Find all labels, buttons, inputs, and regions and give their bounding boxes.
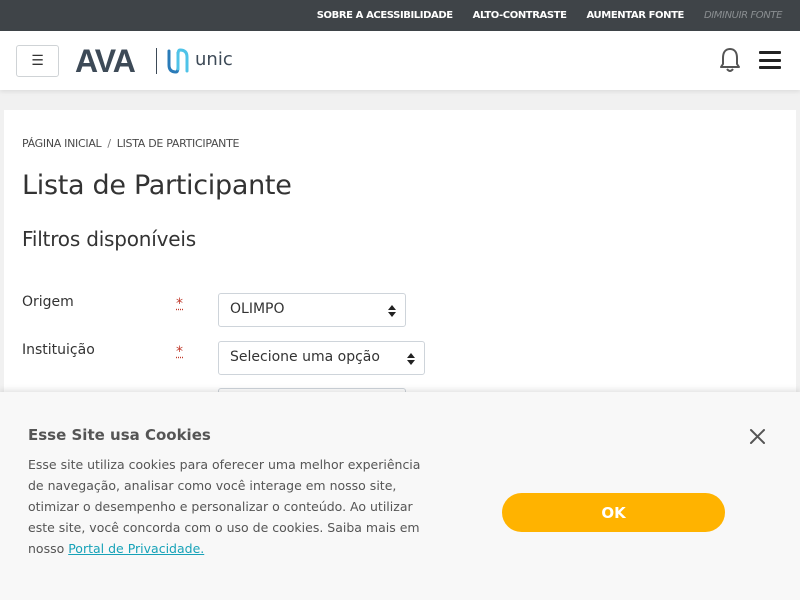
high-contrast-link[interactable]: ALTO-CONTRASTE [473, 10, 567, 21]
about-accessibility-link[interactable]: SOBRE A ACESSIBILIDADE [317, 10, 453, 21]
section-title: Filtros disponíveis [22, 227, 196, 251]
logo-ava[interactable]: AVA [75, 43, 135, 80]
close-icon[interactable] [749, 428, 766, 445]
instituicao-label: Instituição [22, 342, 95, 358]
bell-icon[interactable] [719, 47, 741, 73]
instituicao-select[interactable]: Selecione uma opção [218, 341, 425, 375]
hamburger-icon[interactable] [759, 51, 781, 69]
required-icon: * [176, 296, 183, 312]
select-caret-icon [407, 352, 415, 366]
logo-unic: unic [195, 49, 233, 70]
origem-label: Origem [22, 294, 74, 310]
origem-select[interactable]: OLIMPO [218, 293, 406, 327]
required-icon: * [176, 344, 183, 360]
breadcrumb: PÁGINA INICIAL / LISTA DE PARTICIPANTE [22, 137, 239, 150]
page-title: Lista de Participante [22, 170, 292, 201]
cookie-text: Esse site utiliza cookies para oferecer … [28, 454, 438, 559]
instituicao-select-value: Selecione uma opção [230, 349, 380, 365]
origem-select-value: OLIMPO [230, 301, 285, 317]
unic-logo-icon [166, 47, 190, 75]
breadcrumb-separator: / [107, 137, 110, 150]
decrease-font-link[interactable]: DIMINUIR FONTE [704, 10, 782, 21]
select-caret-icon [388, 304, 396, 318]
privacy-portal-link[interactable]: Portal de Privacidade. [68, 541, 204, 556]
navbar: ☰ AVA unic [0, 31, 800, 90]
breadcrumb-home[interactable]: PÁGINA INICIAL [22, 137, 101, 150]
logo-separator [156, 48, 157, 74]
drawer-toggle-button[interactable]: ☰ [16, 45, 59, 77]
cookie-banner: Esse Site usa Cookies Esse site utiliza … [0, 392, 800, 600]
accessibility-bar: SOBRE A ACESSIBILIDADE ALTO-CONTRASTE AU… [0, 0, 800, 31]
breadcrumb-current[interactable]: LISTA DE PARTICIPANTE [117, 137, 239, 150]
increase-font-link[interactable]: AUMENTAR FONTE [587, 10, 684, 21]
ok-button[interactable]: OK [502, 493, 725, 532]
cookie-title: Esse Site usa Cookies [28, 426, 211, 444]
